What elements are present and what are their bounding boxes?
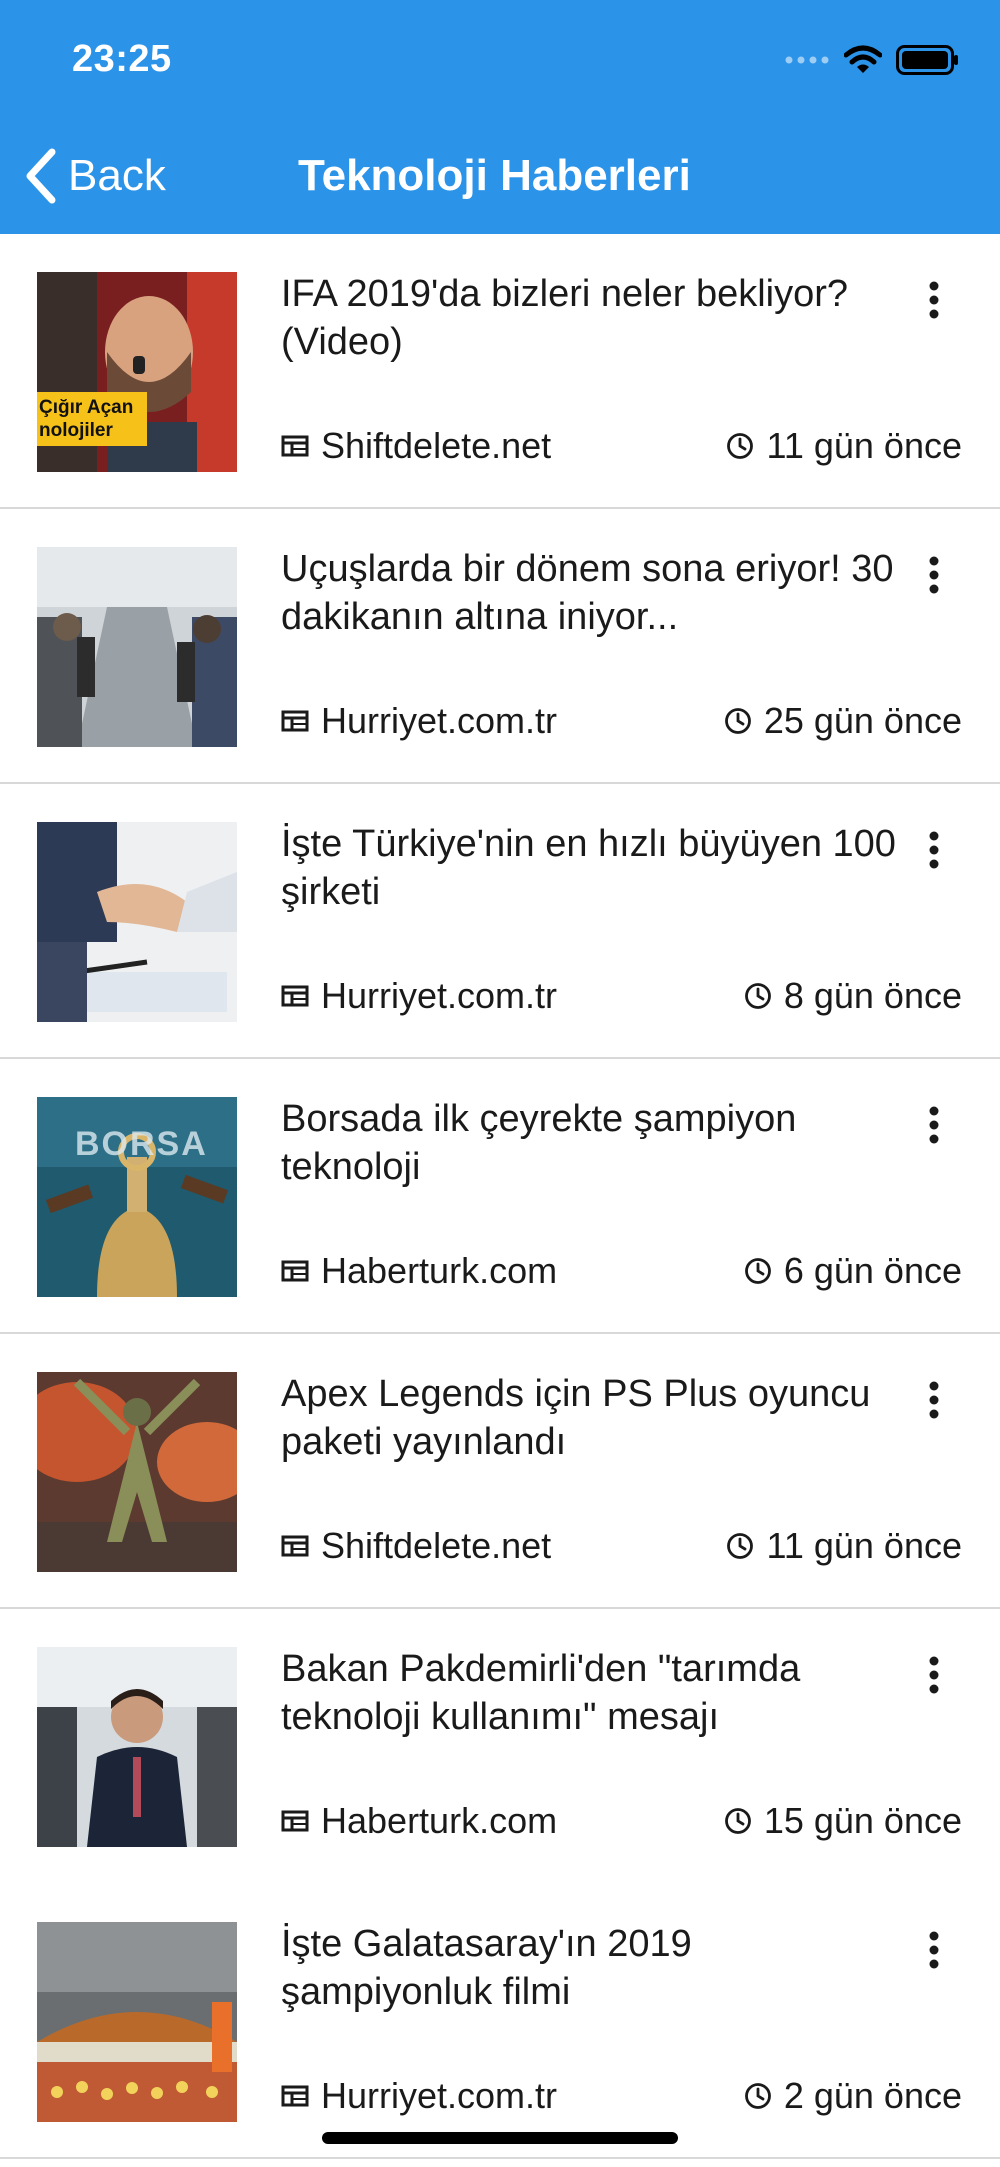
thumbnail-caption: Çığır Açan nolojiler: [39, 397, 134, 441]
news-source: Hurriyet.com.tr: [281, 2072, 557, 2120]
newspaper-icon: [281, 1810, 309, 1832]
news-time: 2 gün önce: [744, 2072, 962, 2120]
back-label: Back: [68, 151, 166, 200]
news-time: 15 gün önce: [724, 1797, 962, 1845]
news-time: 6 gün önce: [744, 1247, 962, 1295]
status-icons: [784, 44, 960, 76]
news-time: 11 gün önce: [726, 1522, 962, 1570]
news-item[interactable]: Bakan Pakdemirli'den "tarımda teknoloji …: [0, 1609, 1000, 1884]
news-time-label: 15 gün önce: [763, 1800, 962, 1841]
news-title: İşte Türkiye'nin en hızlı büyüyen 100 şi…: [281, 823, 896, 913]
battery-icon: [896, 45, 958, 75]
clock-icon: [744, 983, 771, 1009]
news-source-label: Hurriyet.com.tr: [321, 2075, 558, 2116]
newspaper-icon: [281, 435, 309, 457]
newspaper-icon: [281, 710, 309, 732]
thumbnail-caption: BORSA: [75, 1125, 208, 1163]
app-header: 23:25 Back Teknoloji Haberleri: [0, 0, 1000, 234]
newspaper-icon: [281, 1260, 309, 1282]
news-item[interactable]: Apex Legends için PS Plus oyuncu paketi …: [0, 1334, 1000, 1609]
news-source-label: Hurriyet.com.tr: [321, 975, 558, 1016]
news-item[interactable]: Uçuşlarda bir dönem sona eriyor! 30 daki…: [0, 509, 1000, 784]
newspaper-icon: [281, 985, 309, 1007]
news-time: 11 gün önce: [726, 422, 962, 470]
news-thumbnail: [37, 822, 237, 1022]
status-time: 23:25: [72, 38, 172, 80]
chevron-left-icon: [26, 148, 56, 204]
clock-icon: [744, 2083, 771, 2109]
more-vertical-icon: [929, 831, 939, 869]
news-source: Shiftdelete.net: [281, 422, 551, 470]
more-options-button[interactable]: [918, 1376, 950, 1424]
clock-icon: [727, 433, 754, 459]
newspaper-icon: [281, 2085, 309, 2107]
more-vertical-icon: [929, 1931, 939, 1969]
news-source-label: Haberturk.com: [321, 1800, 558, 1841]
news-thumbnail: [37, 1647, 237, 1847]
news-source-label: Shiftdelete.net: [321, 425, 552, 466]
news-title: Borsada ilk çeyrekte şampiyon teknoloji: [281, 1098, 797, 1188]
news-item[interactable]: İşte Galatasaray'ın 2019 şampiyonluk fil…: [0, 1884, 1000, 2159]
clock-icon: [744, 1258, 771, 1284]
news-title: İşte Galatasaray'ın 2019 şampiyonluk fil…: [281, 1923, 692, 2013]
news-thumbnail: [37, 547, 237, 747]
more-options-button[interactable]: [918, 551, 950, 599]
news-title: IFA 2019'da bizleri neler bekliyor? (Vid…: [281, 273, 849, 363]
news-item[interactable]: BORSA Borsada ilk çeyrekte şampiyon tekn…: [0, 1059, 1000, 1334]
cellular-signal-icon: [785, 56, 829, 64]
news-time-label: 11 gün önce: [766, 425, 962, 466]
more-vertical-icon: [929, 1106, 939, 1144]
clock-icon: [724, 1808, 751, 1834]
news-source: Shiftdelete.net: [281, 1522, 551, 1570]
news-time-label: 25 gün önce: [763, 700, 962, 741]
news-list: Çığır Açan nolojiler IFA 2019'da bizleri…: [0, 234, 1000, 2159]
clock-icon: [727, 1533, 754, 1559]
back-button[interactable]: Back: [22, 148, 166, 204]
more-options-button[interactable]: [918, 1926, 950, 1974]
news-thumbnail: BORSA: [37, 1097, 237, 1297]
news-thumbnail: Çığır Açan nolojiler: [37, 272, 237, 472]
wifi-icon: [844, 45, 882, 73]
news-time: 25 gün önce: [724, 697, 962, 745]
more-options-button[interactable]: [918, 826, 950, 874]
newspaper-icon: [281, 1535, 309, 1557]
more-options-button[interactable]: [918, 1651, 950, 1699]
more-vertical-icon: [929, 556, 939, 594]
news-thumbnail: [37, 1372, 237, 1572]
more-options-button[interactable]: [918, 1101, 950, 1149]
news-title: Uçuşlarda bir dönem sona eriyor! 30 daki…: [281, 548, 894, 638]
news-item[interactable]: İşte Türkiye'nin en hızlı büyüyen 100 şi…: [0, 784, 1000, 1059]
more-options-button[interactable]: [918, 276, 950, 324]
more-vertical-icon: [929, 281, 939, 319]
news-time-label: 6 gün önce: [783, 1250, 962, 1291]
news-time-label: 8 gün önce: [783, 975, 962, 1016]
home-indicator[interactable]: [322, 2132, 678, 2144]
more-vertical-icon: [929, 1656, 939, 1694]
news-source-label: Haberturk.com: [321, 1250, 558, 1291]
news-source-label: Hurriyet.com.tr: [321, 700, 558, 741]
more-vertical-icon: [929, 1381, 939, 1419]
news-source: Hurriyet.com.tr: [281, 697, 557, 745]
news-source: Hurriyet.com.tr: [281, 972, 557, 1020]
news-source-label: Shiftdelete.net: [321, 1525, 552, 1566]
news-source: Haberturk.com: [281, 1247, 557, 1295]
news-time: 8 gün önce: [744, 972, 962, 1020]
news-time-label: 11 gün önce: [766, 1525, 962, 1566]
news-item[interactable]: Çığır Açan nolojiler IFA 2019'da bizleri…: [0, 234, 1000, 509]
news-source: Haberturk.com: [281, 1797, 557, 1845]
news-time-label: 2 gün önce: [783, 2075, 962, 2116]
page-title: Teknoloji Haberleri: [298, 151, 691, 200]
news-title: Apex Legends için PS Plus oyuncu paketi …: [281, 1373, 871, 1463]
news-thumbnail: [37, 1922, 237, 2122]
clock-icon: [724, 708, 751, 734]
news-title: Bakan Pakdemirli'den "tarımda teknoloji …: [281, 1648, 801, 1738]
